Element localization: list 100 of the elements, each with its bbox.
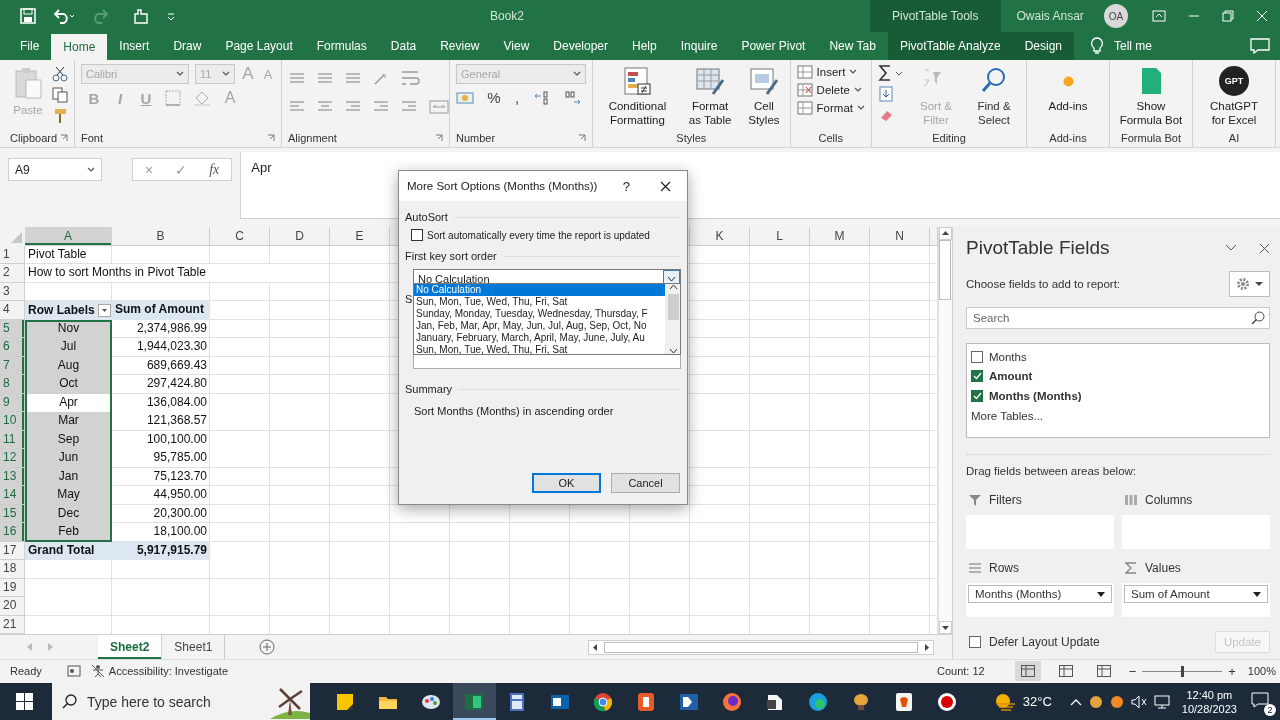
taskbar-search[interactable]: Type here to search bbox=[52, 683, 310, 720]
filter-dropdown-icon[interactable] bbox=[98, 303, 111, 317]
format-painter-icon[interactable] bbox=[52, 108, 68, 124]
search-field[interactable]: Search bbox=[966, 307, 1270, 330]
pivot-row-label[interactable]: May bbox=[25, 486, 112, 505]
area-field[interactable]: Months (Months) bbox=[968, 585, 1112, 604]
taskbar-app[interactable] bbox=[452, 683, 496, 720]
ribbon-tab[interactable]: Insert bbox=[107, 32, 162, 60]
ribbon-tab[interactable]: Draw bbox=[161, 32, 214, 60]
pivot-row-label[interactable]: Mar bbox=[25, 412, 112, 431]
ribbon-tab[interactable]: Data bbox=[378, 32, 429, 60]
more-tables-link[interactable]: More Tables... bbox=[971, 409, 1265, 422]
ribbon-button[interactable]: Add-ins bbox=[1033, 64, 1103, 115]
ribbon-tab[interactable]: PivotTable Analyze bbox=[887, 32, 1013, 60]
start-icon[interactable] bbox=[16, 693, 33, 710]
show-hidden-icon[interactable] bbox=[1069, 697, 1082, 706]
checkbox[interactable] bbox=[971, 350, 983, 363]
network-icon[interactable] bbox=[1153, 694, 1170, 709]
area-field[interactable]: Sum of Amount bbox=[1124, 585, 1268, 604]
column-header[interactable]: D bbox=[270, 227, 330, 247]
row-header[interactable]: 18 bbox=[0, 560, 25, 579]
macro-record-icon[interactable] bbox=[66, 665, 81, 678]
pivot-row-label[interactable]: Feb bbox=[25, 523, 112, 542]
ribbon-button[interactable]: Format bbox=[796, 100, 865, 116]
ribbon-tab[interactable]: Design bbox=[1012, 32, 1074, 60]
row-header[interactable]: 12 bbox=[0, 449, 25, 468]
ribbon-tab[interactable]: Formulas bbox=[304, 32, 379, 60]
fill-color-icon[interactable] bbox=[193, 90, 211, 106]
dropdown-option[interactable]: No Calculation bbox=[414, 284, 665, 296]
column-header[interactable]: M bbox=[810, 227, 870, 247]
field-name[interactable]: Amount bbox=[989, 370, 1033, 383]
ribbon-display-icon[interactable] bbox=[1152, 10, 1166, 22]
zoom-out-button[interactable]: − bbox=[1128, 663, 1137, 679]
ribbon-button[interactable]: Format as Table bbox=[681, 64, 739, 129]
collapse-icon[interactable] bbox=[1225, 244, 1237, 253]
dialog-launcher-icon[interactable] bbox=[435, 134, 443, 142]
ribbon-tab[interactable]: File bbox=[8, 32, 52, 60]
dialog-launcher-icon[interactable] bbox=[267, 134, 275, 142]
field-name[interactable]: Months bbox=[989, 350, 1027, 363]
decrease-decimal-icon[interactable] bbox=[562, 89, 582, 106]
comments-icon[interactable] bbox=[1250, 38, 1270, 54]
ribbon-tab[interactable]: Home bbox=[51, 34, 108, 60]
undo-icon[interactable] bbox=[52, 8, 76, 24]
clock-date[interactable]: 10/28/2023 bbox=[1181, 701, 1237, 716]
tell-me-search[interactable]: Tell me bbox=[1114, 39, 1153, 53]
lightbulb-icon[interactable] bbox=[1090, 37, 1104, 55]
close-icon[interactable] bbox=[660, 180, 671, 192]
touch-mode-icon[interactable] bbox=[132, 8, 150, 24]
row-header[interactable]: 6 bbox=[0, 338, 25, 357]
restore-icon[interactable] bbox=[1222, 10, 1234, 22]
view-button[interactable] bbox=[1014, 661, 1041, 682]
checkbox[interactable] bbox=[971, 389, 983, 402]
tools-button[interactable] bbox=[1229, 271, 1270, 298]
help-button[interactable]: ? bbox=[622, 178, 630, 194]
ribbon-button[interactable]: Find & Select bbox=[968, 64, 1020, 129]
dialog-launcher-icon[interactable] bbox=[60, 134, 68, 142]
zoom-level[interactable]: 100% bbox=[1247, 665, 1276, 678]
ribbon-tab[interactable]: Page Layout bbox=[213, 32, 305, 60]
row-header[interactable]: 2 bbox=[0, 264, 25, 283]
dropdown-option[interactable]: January, February, March, April, May, June, July, Au bbox=[414, 332, 665, 344]
scroll-up-button[interactable] bbox=[668, 284, 678, 290]
save-icon[interactable] bbox=[20, 8, 36, 24]
checkbox[interactable] bbox=[411, 229, 423, 241]
column-header[interactable]: C bbox=[210, 227, 270, 247]
column-header[interactable]: N bbox=[870, 227, 930, 247]
tray-app-icon[interactable] bbox=[1109, 694, 1124, 709]
speaker-icon[interactable] bbox=[1130, 694, 1147, 709]
scrollbar-thumb[interactable] bbox=[667, 294, 679, 320]
checkbox[interactable] bbox=[969, 636, 981, 649]
column-header[interactable]: K bbox=[690, 227, 750, 247]
dropdown-caret-icon[interactable] bbox=[87, 166, 95, 173]
field-name[interactable]: Months (Months) bbox=[989, 389, 1082, 402]
column-header[interactable]: B bbox=[112, 227, 210, 247]
row-header[interactable]: 8 bbox=[0, 375, 25, 394]
scrollbar-thumb[interactable] bbox=[939, 240, 951, 301]
dialog-button[interactable]: OK bbox=[532, 473, 601, 493]
dropdown-caret-icon[interactable] bbox=[222, 71, 230, 77]
ribbon-tab[interactable]: Help bbox=[620, 32, 669, 60]
ribbon-tab[interactable]: Review bbox=[428, 32, 492, 60]
user-avatar[interactable]: OA bbox=[1103, 4, 1128, 28]
row-header[interactable]: 10 bbox=[0, 412, 25, 431]
copy-icon[interactable] bbox=[52, 87, 68, 103]
scrollbar-thumb[interactable] bbox=[604, 641, 918, 653]
row-header[interactable]: 14 bbox=[0, 486, 25, 505]
pivot-row-label[interactable]: Oct bbox=[25, 375, 112, 394]
column-header[interactable]: E bbox=[330, 227, 390, 247]
accessibility-status[interactable]: Accessibility: Investigate bbox=[108, 665, 228, 678]
new-sheet-icon[interactable] bbox=[259, 639, 276, 656]
weather-temperature[interactable]: 32°C bbox=[1022, 694, 1052, 709]
pivot-row-label[interactable]: Apr bbox=[25, 393, 112, 413]
dropdown-option[interactable]: Jan, Feb, Mar, Apr, May, Jun, Jul, Aug, Sep, Oct, No bbox=[414, 320, 665, 332]
insert-function-button[interactable]: fx bbox=[209, 161, 220, 178]
ribbon-button[interactable]: Show Formula Bot bbox=[1116, 64, 1186, 129]
column-header[interactable]: A bbox=[25, 227, 112, 247]
scissors-icon[interactable] bbox=[52, 66, 68, 82]
ribbon-button[interactable]: Cell Styles bbox=[744, 64, 784, 129]
row-header[interactable]: 16 bbox=[0, 523, 25, 542]
ribbon-tab[interactable]: Inquire bbox=[668, 32, 730, 60]
slider-thumb[interactable] bbox=[1180, 665, 1184, 677]
caret-icon[interactable] bbox=[853, 87, 862, 93]
